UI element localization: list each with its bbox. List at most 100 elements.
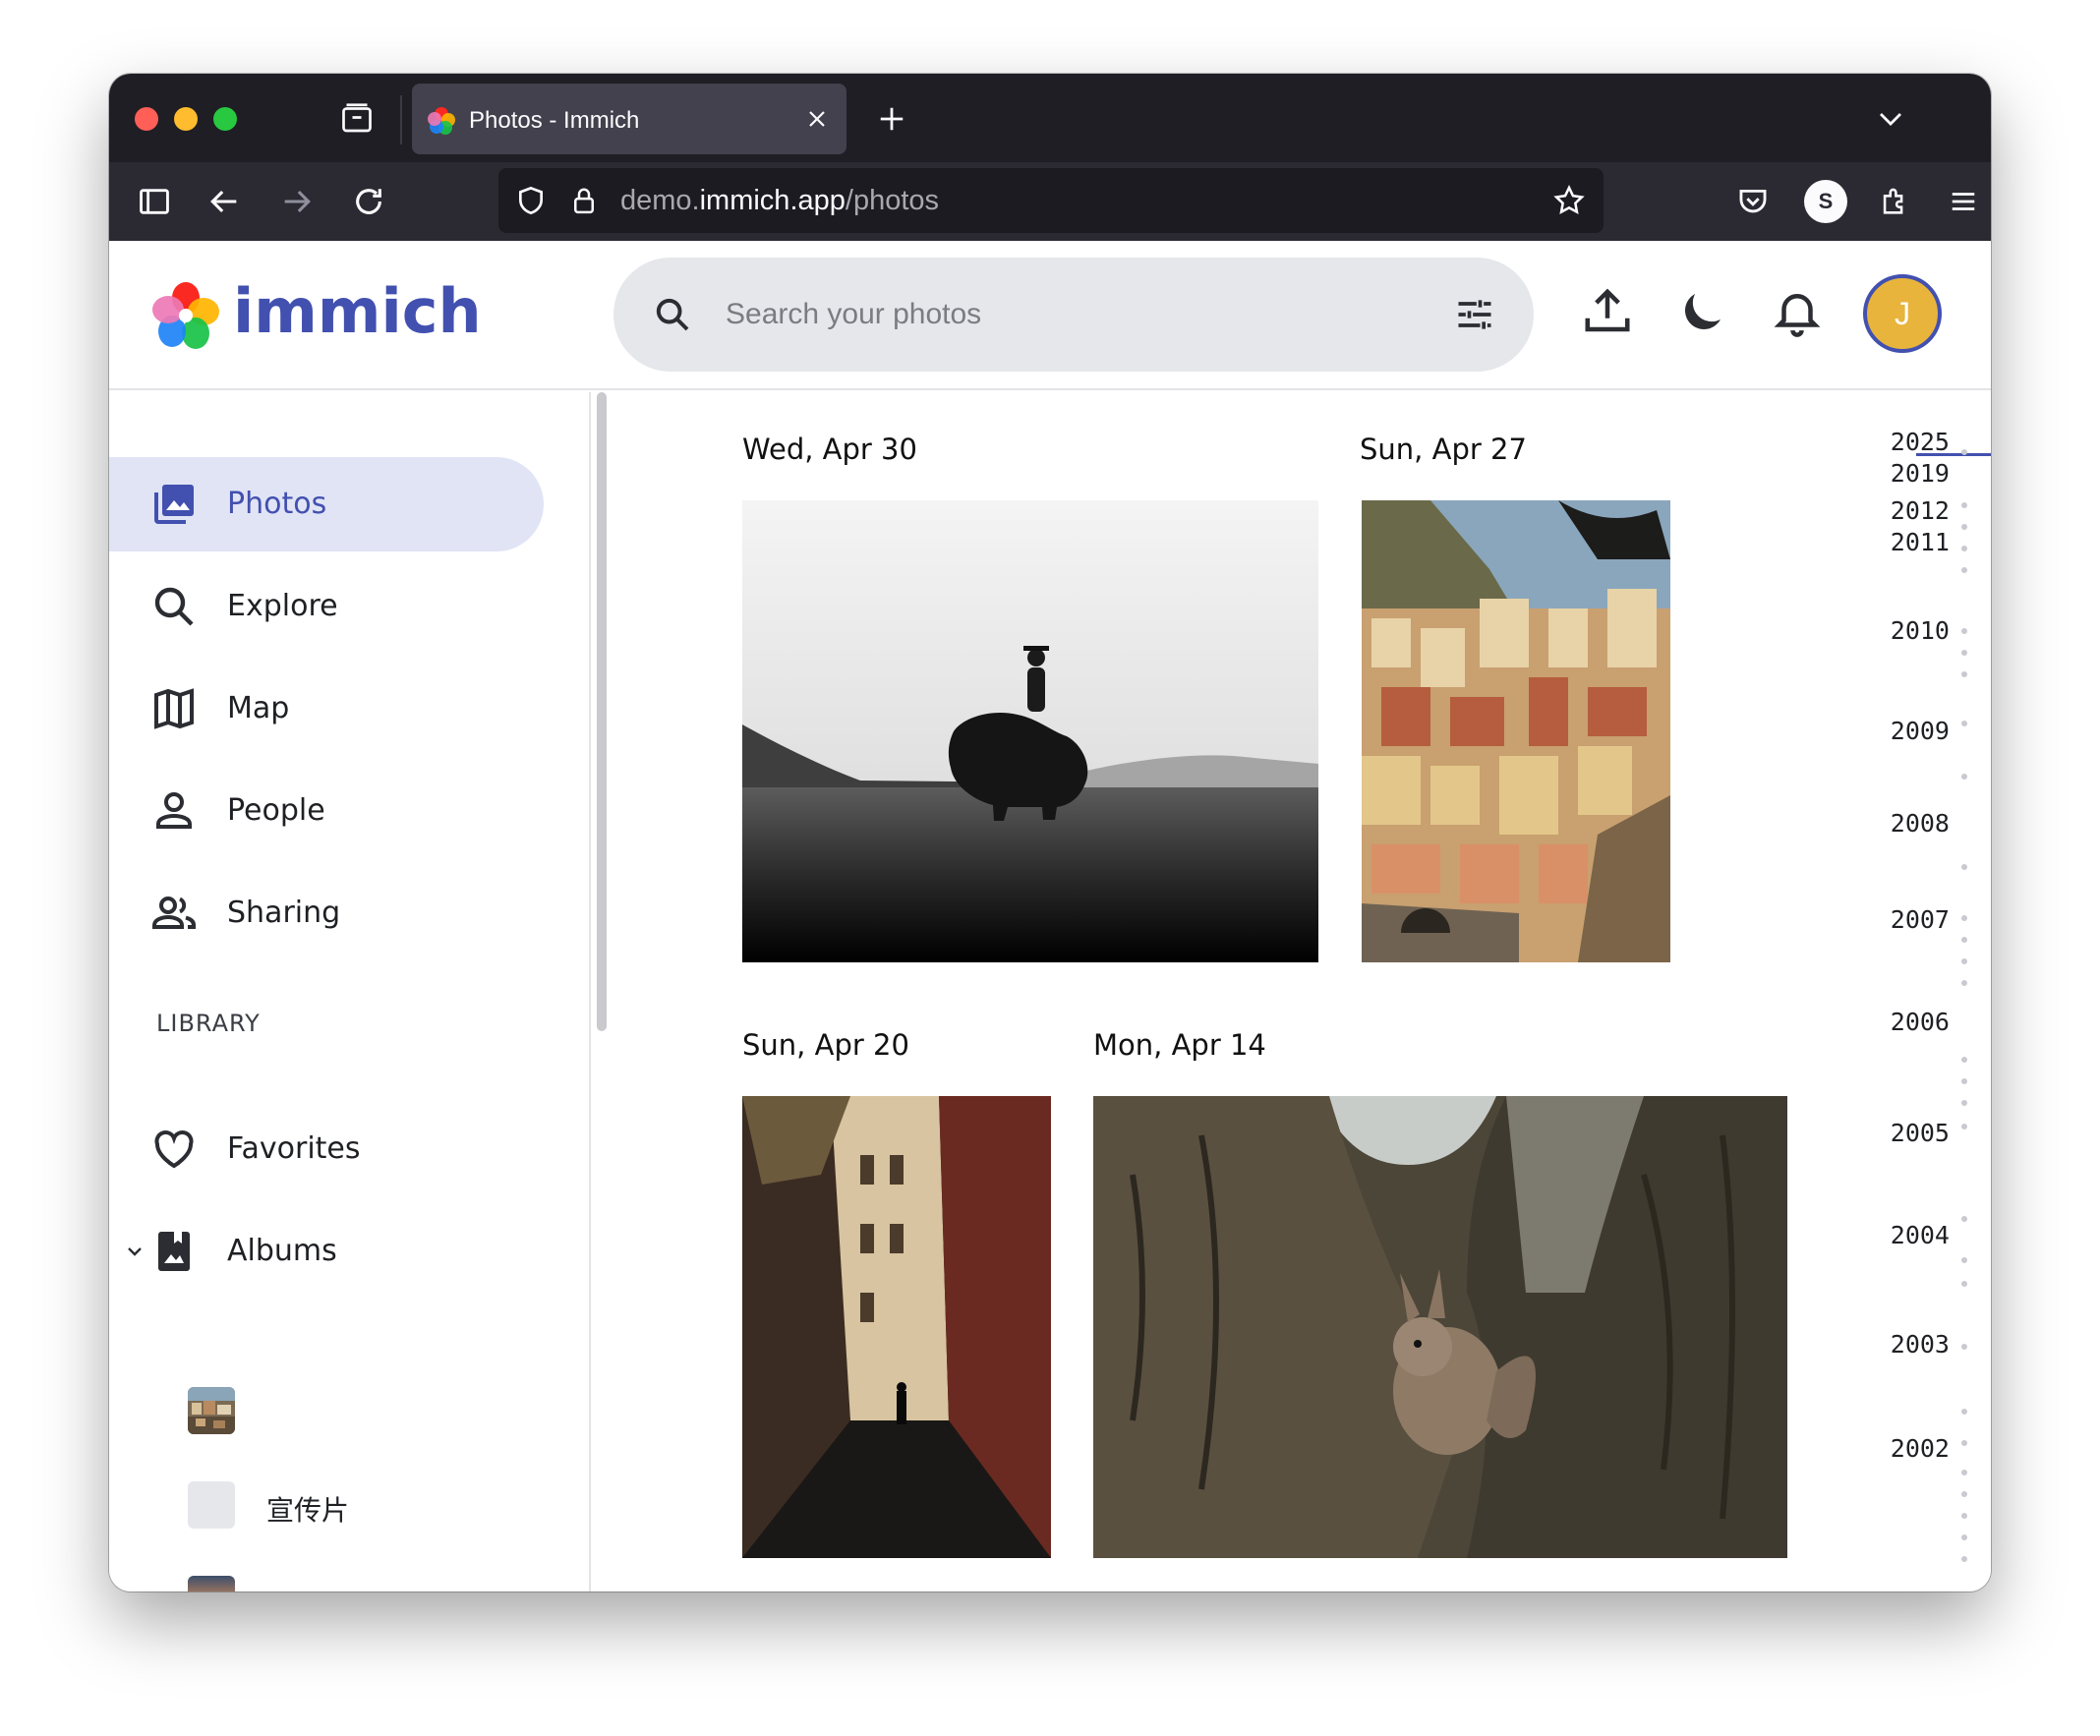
lock-icon[interactable] bbox=[565, 182, 603, 219]
photo-thumbnail[interactable] bbox=[742, 500, 1318, 962]
date-group-heading[interactable]: Sun, Apr 27 bbox=[1360, 432, 1527, 467]
scrubber-year[interactable]: 2005 bbox=[1891, 1119, 1950, 1147]
notification-bell-icon[interactable] bbox=[1771, 285, 1824, 338]
url-host: immich.app bbox=[699, 185, 846, 216]
person-icon bbox=[150, 787, 198, 835]
sidebar-item-label: Explore bbox=[227, 589, 338, 623]
album-thumbnail[interactable] bbox=[188, 1387, 235, 1434]
tab-title: Photos - Immich bbox=[469, 107, 640, 134]
sidebar-toggle-icon[interactable] bbox=[135, 182, 174, 221]
shield-icon[interactable] bbox=[512, 182, 550, 219]
tab-bar: Photos - Immich bbox=[109, 74, 1991, 162]
scrubber-year[interactable]: 2025 bbox=[1891, 428, 1950, 456]
scrubber-dot bbox=[1961, 1257, 1967, 1263]
album-thumbnail[interactable] bbox=[188, 1576, 235, 1591]
scrubber-year[interactable]: 2011 bbox=[1891, 528, 1950, 556]
sidebar-item-label: Favorites bbox=[227, 1131, 361, 1166]
navigation-toolbar: demo.immich.app/photos S bbox=[109, 162, 1991, 241]
tab-photos[interactable]: Photos - Immich bbox=[412, 84, 846, 154]
scrubber-dot bbox=[1961, 671, 1967, 677]
scrubber-year[interactable]: 2010 bbox=[1891, 616, 1950, 645]
scrubber-dot bbox=[1961, 1440, 1967, 1446]
sidebar-item-favorites[interactable]: Favorites bbox=[109, 1102, 544, 1196]
photo-thumbnail[interactable] bbox=[1093, 1096, 1787, 1558]
scrubber-dot bbox=[1961, 524, 1967, 530]
scrubber-year[interactable]: 2009 bbox=[1891, 717, 1950, 745]
extensions-puzzle-icon[interactable] bbox=[1875, 182, 1914, 221]
sidebar-item-albums[interactable]: Albums bbox=[109, 1204, 544, 1299]
pocket-icon[interactable] bbox=[1733, 182, 1773, 221]
tab-separator bbox=[400, 95, 402, 145]
logo-text[interactable]: immich bbox=[233, 276, 482, 347]
sidebar-item-label: Albums bbox=[227, 1234, 337, 1268]
scrubber-dot bbox=[1961, 1470, 1967, 1476]
app-header: immich J bbox=[109, 241, 1991, 390]
scrubber-dot bbox=[1961, 546, 1967, 551]
sidebar-item-label: People bbox=[227, 793, 325, 828]
url-prefix: demo. bbox=[620, 185, 700, 216]
sidebar-item-people[interactable]: People bbox=[109, 764, 544, 858]
minimize-window-button[interactable] bbox=[174, 107, 198, 131]
sidebar-item-photos[interactable]: Photos bbox=[109, 457, 544, 551]
scrubber-year[interactable]: 2008 bbox=[1891, 809, 1950, 838]
sidebar-item-map[interactable]: Map bbox=[109, 662, 544, 756]
search-input[interactable] bbox=[726, 287, 1414, 342]
scrubber-year[interactable]: 2003 bbox=[1891, 1330, 1950, 1359]
search-bar[interactable] bbox=[613, 258, 1534, 372]
new-tab-icon[interactable] bbox=[872, 99, 911, 139]
album-thumbnail[interactable] bbox=[188, 1481, 235, 1529]
dark-mode-moon-icon[interactable] bbox=[1676, 285, 1729, 338]
people-icon bbox=[150, 890, 198, 937]
search-filter-icon[interactable] bbox=[1453, 293, 1496, 336]
scrubber-dot bbox=[1961, 567, 1967, 573]
scrubber-dot bbox=[1961, 502, 1967, 508]
scrubber-year[interactable]: 2012 bbox=[1891, 496, 1950, 525]
scrubber-year[interactable]: 2006 bbox=[1891, 1008, 1950, 1036]
hamburger-menu-icon[interactable] bbox=[1944, 182, 1983, 221]
scrubber-year[interactable]: 2019 bbox=[1891, 459, 1950, 488]
scrubber-dot bbox=[1961, 449, 1967, 455]
tab-groups-icon[interactable] bbox=[337, 99, 377, 139]
scrubber-dot bbox=[1961, 937, 1967, 943]
photos-icon bbox=[150, 481, 198, 528]
scrubber-dot bbox=[1961, 1491, 1967, 1497]
close-tab-icon[interactable] bbox=[801, 103, 833, 135]
scrubber-dot bbox=[1961, 1534, 1967, 1540]
scrubber-dot bbox=[1961, 1281, 1967, 1287]
url-text[interactable]: demo.immich.app/photos bbox=[620, 184, 939, 217]
scrubber-dot bbox=[1961, 1216, 1967, 1222]
forward-arrow-icon[interactable] bbox=[276, 182, 316, 221]
sidebar-scrollbar[interactable] bbox=[597, 392, 607, 1031]
tab-list-chevron-icon[interactable] bbox=[1871, 99, 1910, 139]
scrubber-year[interactable]: 2004 bbox=[1891, 1221, 1950, 1249]
bookmark-star-icon[interactable] bbox=[1550, 182, 1588, 219]
sidebar-item-sharing[interactable]: Sharing bbox=[109, 866, 544, 960]
date-group-heading[interactable]: Mon, Apr 14 bbox=[1093, 1027, 1266, 1063]
profile-extension-icon[interactable]: S bbox=[1804, 180, 1847, 223]
heart-icon bbox=[150, 1126, 198, 1173]
sidebar-item-explore[interactable]: Explore bbox=[109, 559, 544, 654]
date-group-heading[interactable]: Sun, Apr 20 bbox=[742, 1027, 909, 1063]
year-scrubber[interactable]: 2025 2019 2012 2011 2010 2009 2008 2007 … bbox=[1879, 392, 1991, 1591]
scrubber-year[interactable]: 2007 bbox=[1891, 905, 1950, 934]
close-window-button[interactable] bbox=[135, 107, 158, 131]
date-group-heading[interactable]: Wed, Apr 30 bbox=[742, 432, 917, 467]
back-arrow-icon[interactable] bbox=[205, 182, 245, 221]
immich-logo-icon[interactable] bbox=[150, 280, 221, 351]
search-icon bbox=[150, 583, 198, 630]
zoom-window-button[interactable] bbox=[213, 107, 237, 131]
user-avatar[interactable]: J bbox=[1863, 274, 1942, 353]
library-section-label: LIBRARY bbox=[156, 1010, 261, 1037]
upload-icon[interactable] bbox=[1581, 285, 1634, 338]
url-bar[interactable]: demo.immich.app/photos bbox=[498, 168, 1604, 233]
reload-icon[interactable] bbox=[349, 182, 388, 221]
scrubber-dot bbox=[1961, 1100, 1967, 1106]
photo-thumbnail[interactable] bbox=[1362, 500, 1670, 962]
profile-letter: S bbox=[1818, 189, 1834, 213]
photo-thumbnail[interactable] bbox=[742, 1096, 1051, 1558]
chevron-down-icon[interactable] bbox=[123, 1240, 146, 1263]
scrubber-dot bbox=[1961, 1513, 1967, 1519]
search-icon[interactable] bbox=[653, 295, 692, 334]
scrubber-year[interactable]: 2002 bbox=[1891, 1434, 1950, 1463]
album-name[interactable]: 宣传片 bbox=[266, 1489, 349, 1529]
